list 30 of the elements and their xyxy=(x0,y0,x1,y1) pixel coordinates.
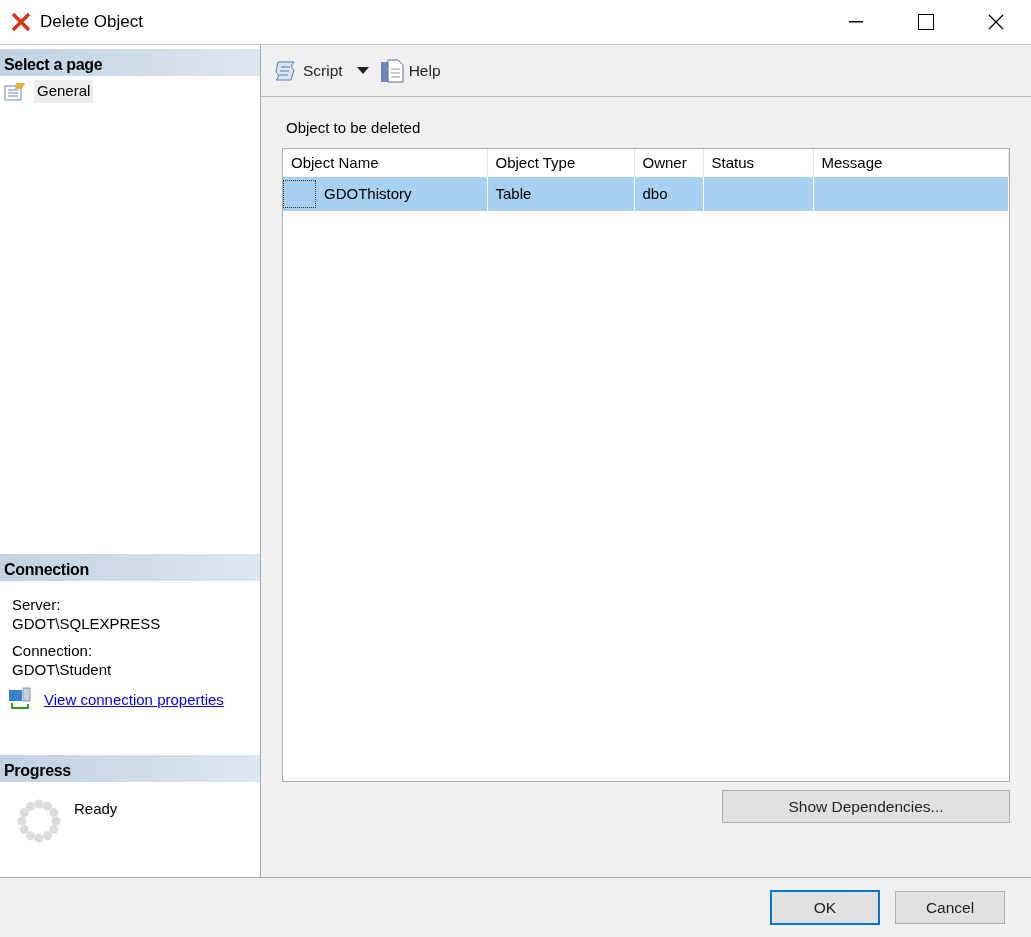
computer-icon xyxy=(8,687,34,711)
connection-label: Connection: xyxy=(11,641,94,660)
help-button[interactable]: Help xyxy=(378,57,441,84)
section-header: Connection xyxy=(0,554,260,581)
document-icon xyxy=(378,57,405,84)
row-focus-cell[interactable] xyxy=(283,180,316,208)
dialog-button[interactable]: OK xyxy=(770,889,880,926)
page-item[interactable]: General xyxy=(34,80,94,103)
close-icon[interactable] xyxy=(988,14,1004,30)
server-label: Server: xyxy=(11,595,62,614)
table-cell: dbo xyxy=(642,184,668,202)
maximize-icon[interactable] xyxy=(918,14,934,30)
progress-status: Ready xyxy=(74,799,118,819)
table-cell: Table xyxy=(495,184,532,202)
table-label: Object to be deleted xyxy=(285,118,422,138)
page-icon xyxy=(4,81,28,102)
table-cell-text: GDOThistory xyxy=(324,183,412,204)
section-header: Progress xyxy=(0,755,260,782)
connection-value: GDOT\Student xyxy=(11,660,113,679)
delete-icon xyxy=(10,11,32,33)
dropdown-caret-icon[interactable] xyxy=(356,67,369,74)
window-title: Delete Object xyxy=(40,11,143,34)
show-dependencies-button[interactable]: Show Dependencies... xyxy=(722,789,1010,823)
minimize-icon[interactable] xyxy=(849,21,863,23)
connection-properties-link[interactable]: View connection properties xyxy=(44,689,224,709)
server-value: GDOT\SQLEXPRESS xyxy=(11,614,162,633)
section-header: Select a page xyxy=(0,49,260,76)
script-button[interactable]: Script xyxy=(273,58,343,83)
dialog-button[interactable]: Cancel xyxy=(895,890,1005,925)
spinner-icon xyxy=(16,798,62,844)
